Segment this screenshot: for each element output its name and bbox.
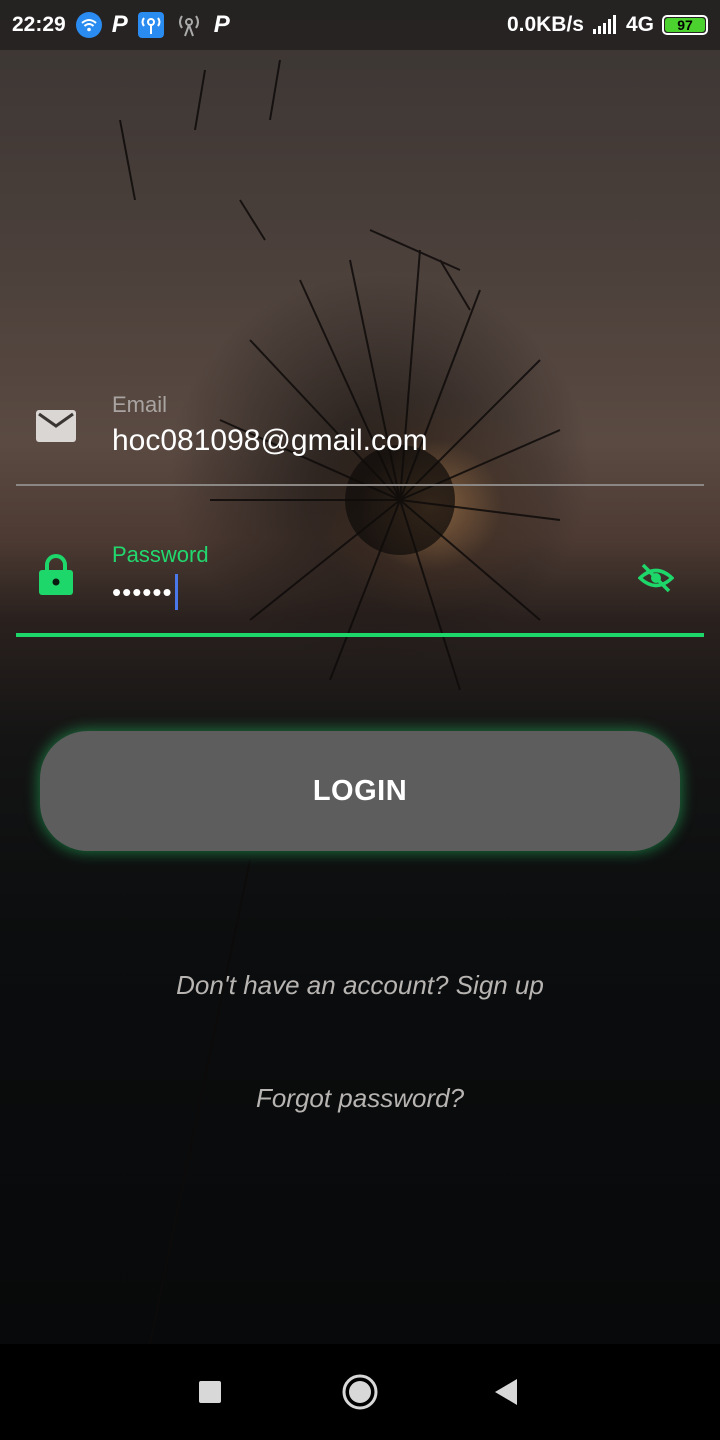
home-icon[interactable] — [340, 1372, 380, 1412]
login-button[interactable]: LOGIN — [40, 731, 680, 851]
email-field[interactable]: Email hoc081098@gmail.com — [16, 380, 704, 486]
network-speed: 0.0KB/s — [506, 13, 584, 36]
back-icon[interactable] — [486, 1372, 526, 1412]
email-input[interactable]: hoc081098@gmail.com — [112, 424, 428, 458]
wifi-icon — [75, 12, 102, 38]
background-image — [0, 0, 720, 1344]
battery-icon: 97 — [662, 15, 708, 35]
dandelion-silhouette — [119, 59, 561, 1344]
navigation-bar — [0, 1344, 720, 1440]
password-field[interactable]: Password •••••• — [16, 530, 704, 637]
lock-icon — [36, 554, 76, 595]
email-label: Email — [112, 392, 168, 417]
recents-icon[interactable] — [190, 1372, 230, 1412]
signup-link[interactable]: Don't have an account? Sign up — [0, 970, 720, 1001]
status-time: 22:29 — [12, 13, 66, 36]
parking-icon: P — [213, 11, 230, 38]
cell-signal-icon — [592, 15, 618, 35]
password-label: Password — [112, 542, 209, 567]
parking-icon: P — [111, 11, 128, 38]
text-cursor — [174, 574, 178, 610]
status-bar: 22:29 P P 0.0KB/s 4G 97 — [0, 0, 720, 50]
battery-level: 97 — [665, 18, 705, 32]
hotspot-icon — [137, 12, 164, 38]
password-input[interactable]: •••••• — [112, 574, 178, 610]
signal-tower-icon — [174, 12, 204, 38]
network-type: 4G — [625, 13, 654, 36]
visibility-off-icon[interactable] — [636, 558, 676, 598]
email-icon — [36, 406, 76, 446]
password-dots: •••••• — [112, 576, 173, 607]
forgot-password-link[interactable]: Forgot password? — [0, 1083, 720, 1114]
